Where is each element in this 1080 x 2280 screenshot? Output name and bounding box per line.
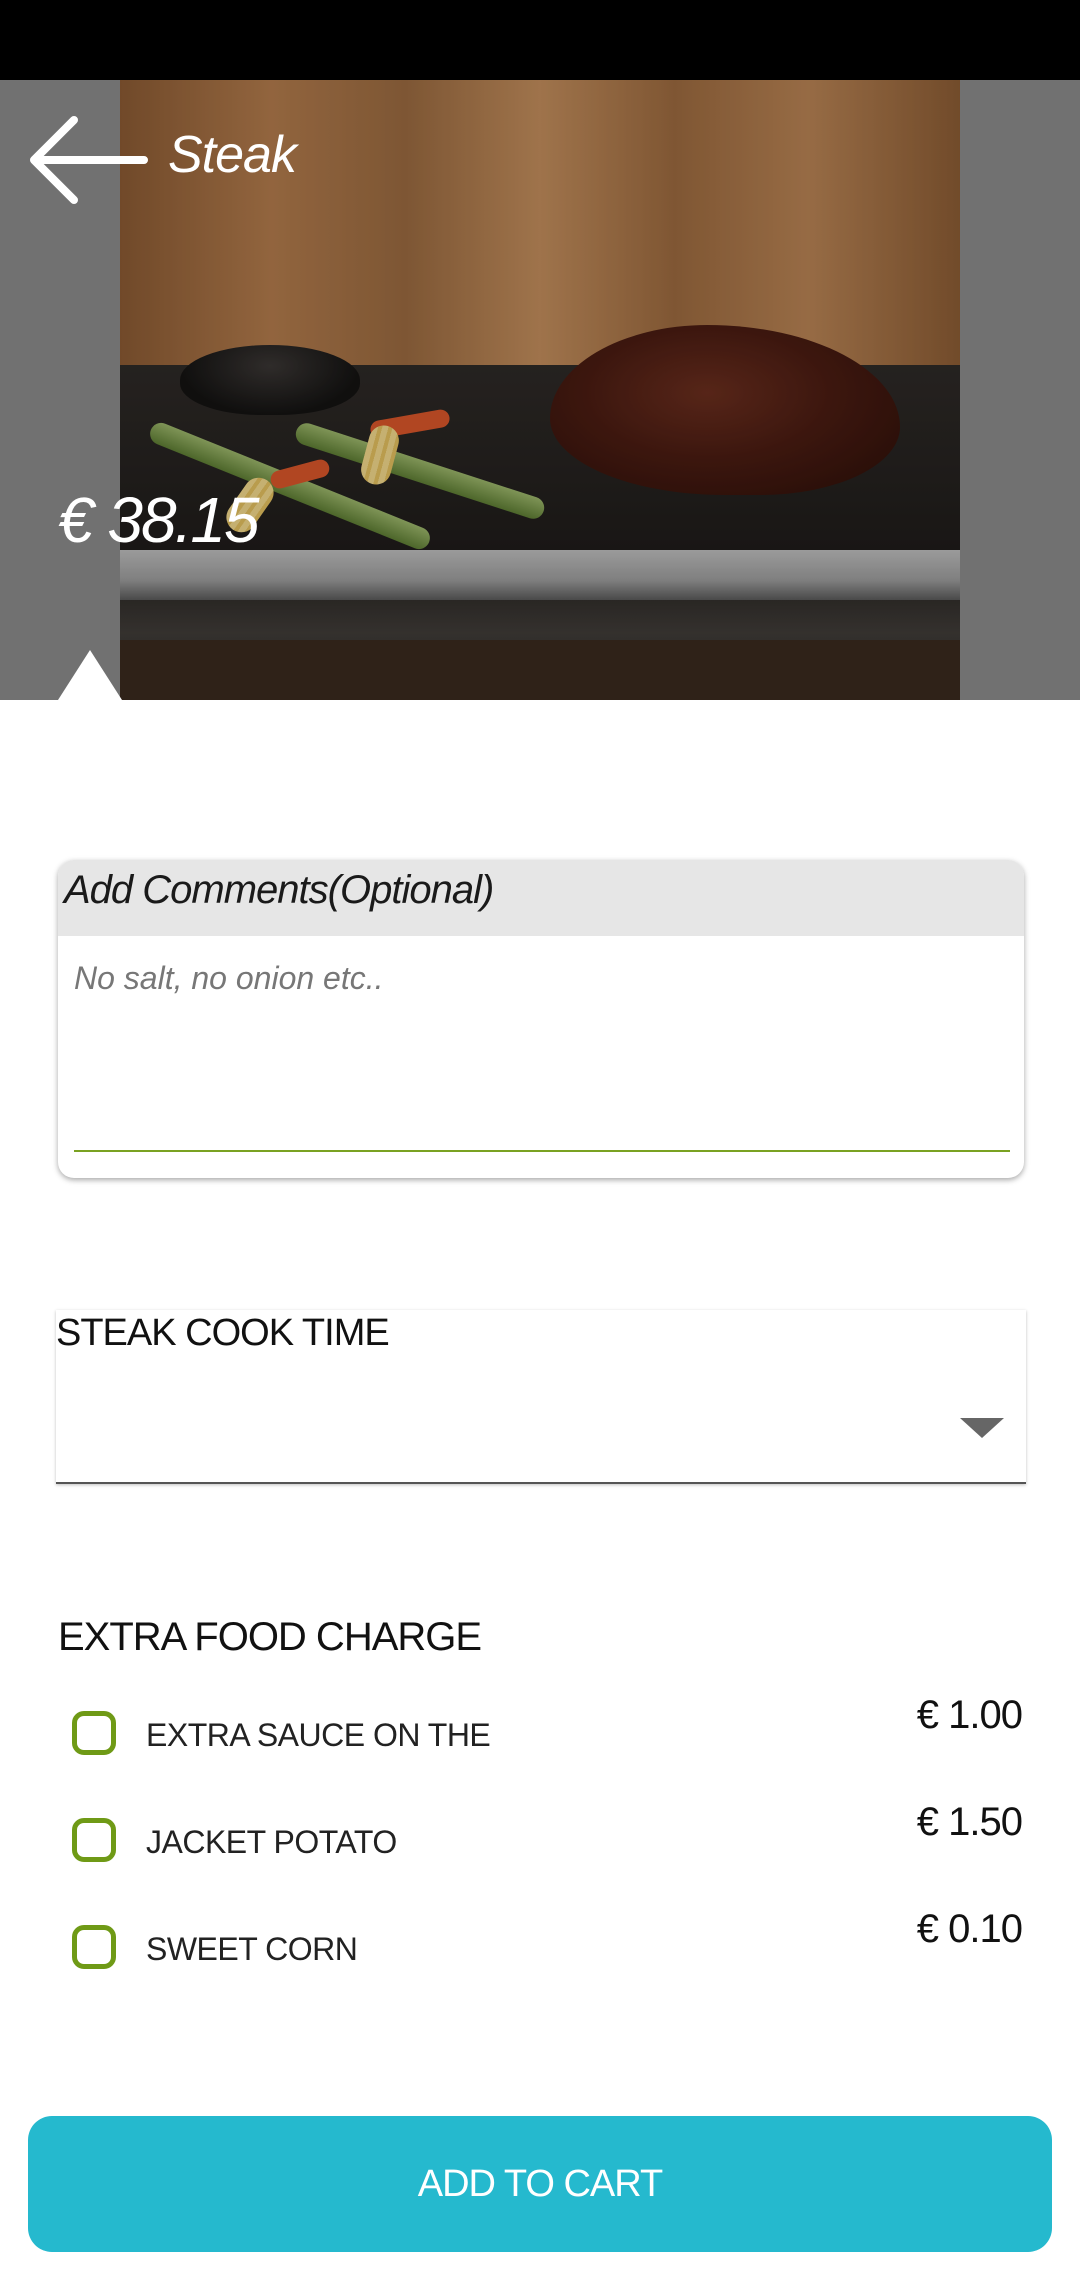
cook-time-label: STEAK COOK TIME	[56, 1312, 390, 1354]
extra-item: EXTRA SAUCE ON THE € 1.00	[72, 1693, 1023, 1773]
cook-time-dropdown[interactable]: STEAK COOK TIME	[56, 1310, 1026, 1484]
caret-down-icon	[960, 1418, 1004, 1438]
arrow-left-icon	[30, 116, 148, 204]
extra-checkbox[interactable]	[72, 1925, 116, 1969]
extra-price: € 1.00	[916, 1693, 1023, 1737]
add-to-cart-label: ADD TO CART	[417, 2162, 663, 2205]
comments-header-label: Add Comments(Optional)	[64, 868, 494, 912]
comments-input[interactable]	[74, 960, 1010, 1150]
product-hero	[0, 80, 1080, 700]
extra-checkbox[interactable]	[72, 1818, 116, 1862]
extra-item: JACKET POTATO € 1.50	[72, 1800, 1023, 1880]
page-title: Steak	[168, 126, 297, 184]
extra-price: € 0.10	[916, 1907, 1023, 1951]
extra-label: JACKET POTATO	[146, 1824, 397, 1860]
extra-label: EXTRA SAUCE ON THE	[146, 1717, 491, 1753]
extra-checkbox[interactable]	[72, 1711, 116, 1755]
extra-label: SWEET CORN	[146, 1931, 358, 1967]
comments-card: Add Comments(Optional)	[58, 860, 1024, 1178]
add-to-cart-button[interactable]: ADD TO CART	[28, 2116, 1052, 2252]
status-bar	[0, 0, 1080, 80]
extra-item: SWEET CORN € 0.10	[72, 1907, 1023, 1987]
back-button[interactable]	[24, 110, 154, 210]
comments-underline	[74, 1150, 1010, 1152]
triangle-up-icon	[58, 650, 122, 700]
extras-title: EXTRA FOOD CHARGE	[58, 1615, 482, 1659]
product-price: € 38.15	[58, 484, 260, 556]
extra-price: € 1.50	[916, 1800, 1023, 1844]
comments-header: Add Comments(Optional)	[58, 860, 1024, 936]
